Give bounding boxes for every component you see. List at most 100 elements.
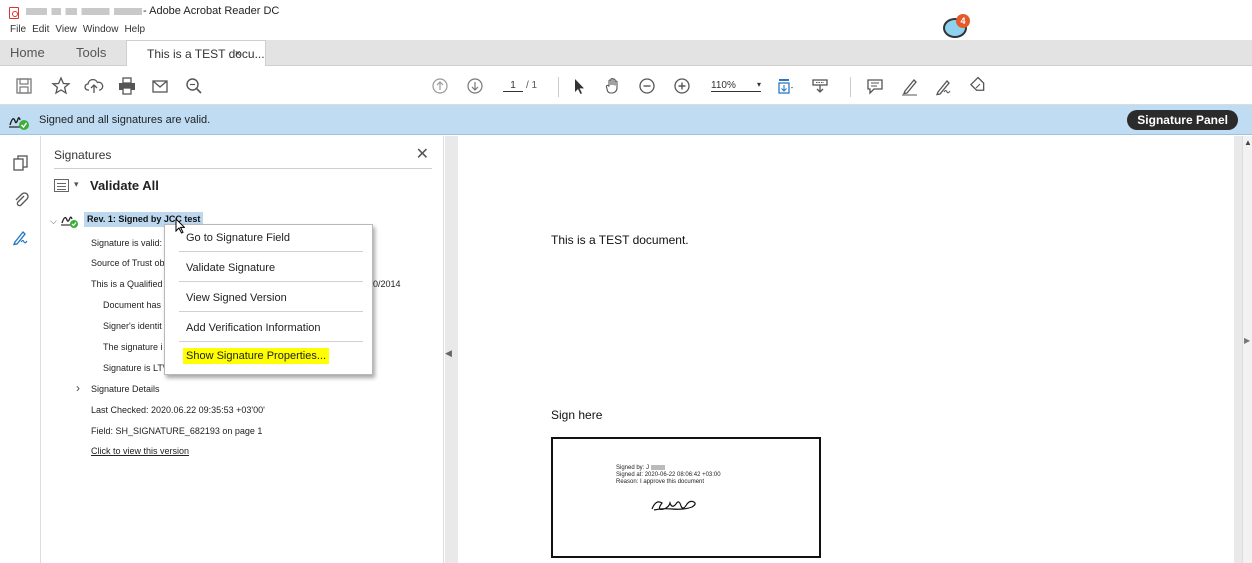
panel-divider (54, 168, 432, 169)
menu-window[interactable]: Window (83, 24, 119, 35)
highlight-pen-icon[interactable] (900, 76, 920, 96)
page-number-input[interactable]: 1 (503, 80, 523, 92)
tab-tools[interactable]: Tools (76, 40, 106, 66)
cloud-upload-icon[interactable] (84, 76, 104, 96)
collapse-panel-arrow-icon[interactable]: ◀ (445, 348, 452, 359)
fit-page-icon[interactable] (775, 76, 795, 96)
menu-separator (179, 281, 363, 282)
notification-badge: 4 (956, 14, 970, 28)
signature-status-text: Signed and all signatures are valid. (39, 114, 211, 126)
save-icon[interactable] (14, 76, 34, 96)
navigation-rail (0, 136, 41, 563)
toolbar-divider (850, 77, 851, 97)
signed-by-value: Signed by: J (616, 465, 650, 472)
tab-document-label: This is a TEST docu... (147, 47, 265, 61)
show-signature-properties-label: Show Signature Properties... (183, 348, 330, 364)
assistant-button[interactable]: 4 (941, 14, 971, 40)
menu-separator (179, 311, 363, 312)
signature-context-menu: Go to Signature Field Validate Signature… (164, 224, 373, 375)
zoom-in-icon[interactable] (672, 76, 692, 96)
add-verification-info-item[interactable]: Add Verification Information (186, 322, 321, 334)
qualified-signature-row[interactable]: This is a Qualified (91, 279, 163, 289)
options-dropdown-caret-icon[interactable]: ▾ (74, 179, 79, 190)
tab-home[interactable]: Home (10, 40, 45, 66)
title-bar: - Adobe Acrobat Reader DC (0, 0, 1252, 22)
menu-separator (179, 341, 363, 342)
fill-and-sign-icon[interactable] (968, 76, 988, 96)
window-title: - Adobe Acrobat Reader DC (143, 5, 280, 17)
toolbar-divider (558, 77, 559, 97)
next-page-icon[interactable] (465, 76, 485, 96)
page-total: / 1 (526, 80, 538, 91)
menu-view[interactable]: View (55, 24, 77, 35)
signatures-panel-icon[interactable] (12, 228, 30, 246)
signature-panel-button[interactable]: Signature Panel (1127, 110, 1238, 130)
read-mode-icon[interactable] (810, 76, 830, 96)
show-signature-properties-item[interactable]: Show Signature Properties... (183, 348, 330, 364)
signature-valid-icon (61, 216, 78, 228)
signature-details-row[interactable]: Signature Details (91, 384, 160, 394)
scroll-up-arrow-icon[interactable]: ▲ (1244, 138, 1252, 147)
vertical-scrollbar[interactable]: ▲ (1242, 136, 1252, 563)
tab-bar: Home Tools This is a TEST docu... × (0, 40, 1252, 66)
validate-signature-item[interactable]: Validate Signature (186, 262, 275, 274)
search-zoom-icon[interactable] (184, 76, 204, 96)
reason-text: Reason: I approve this document (616, 479, 705, 485)
chevron-right-icon[interactable]: › (76, 381, 80, 395)
last-checked-row: Last Checked: 2020.06.22 09:35:53 +03'00… (91, 405, 265, 415)
mouse-pointer-icon (175, 218, 185, 234)
previous-page-icon[interactable] (430, 76, 450, 96)
document-page: This is a TEST document. Sign here Signe… (458, 136, 1234, 563)
zoom-level-value: 110% (711, 80, 736, 91)
sign-icon[interactable] (934, 76, 954, 96)
signature-valid-row[interactable]: Signature is valid: (91, 238, 162, 248)
pages-thumbnail-icon[interactable] (12, 154, 30, 172)
zoom-out-icon[interactable] (637, 76, 657, 96)
go-to-signature-field-item[interactable]: Go to Signature Field (186, 232, 290, 244)
select-cursor-icon[interactable] (569, 76, 589, 96)
signed-by-text: Signed by: J (616, 465, 665, 471)
bookmark-star-icon[interactable] (51, 76, 71, 96)
close-tab-icon[interactable]: × (235, 41, 241, 67)
chevron-down-icon[interactable]: ⌵ (50, 216, 57, 227)
zoom-dropdown-caret-icon: ▾ (756, 80, 761, 89)
qualified-signature-suffix: 0/2014 (373, 279, 401, 289)
acrobat-app-icon (9, 7, 19, 19)
hand-tool-icon[interactable] (603, 76, 623, 96)
field-info-row: Field: SH_SIGNATURE_682193 on page 1 (91, 426, 263, 436)
menu-edit[interactable]: Edit (32, 24, 49, 35)
document-viewer: ◀ This is a TEST document. Sign here Sig… (445, 136, 1242, 563)
tab-document[interactable]: This is a TEST docu... × (126, 40, 266, 66)
menu-bar: File Edit View Window Help (0, 23, 145, 38)
sign-here-label: Sign here (551, 408, 603, 422)
attachments-paperclip-icon[interactable] (12, 190, 30, 208)
print-icon[interactable] (117, 76, 137, 96)
expand-right-panel-arrow-icon[interactable]: ▶ (1244, 336, 1250, 345)
redacted-signer-name (650, 465, 665, 470)
panel-title: Signatures (54, 148, 112, 162)
signature-ltv-row[interactable]: Signature is LT\ (103, 363, 165, 373)
email-icon[interactable] (150, 76, 170, 96)
validate-all-button[interactable]: Validate All (90, 178, 159, 193)
view-signed-version-item[interactable]: View Signed Version (186, 292, 287, 304)
zoom-level-select[interactable]: 110% ▾ (711, 80, 761, 92)
view-version-link[interactable]: Click to view this version (91, 446, 189, 456)
options-menu-icon[interactable] (54, 179, 69, 192)
toolbar: 1 / 1 110% ▾ (0, 67, 1252, 105)
signer-identity-row[interactable]: Signer's identit (103, 321, 162, 331)
signed-at-text: Signed at: 2020-06-22 08:06:42 +03:00 (616, 472, 721, 478)
comment-icon[interactable] (865, 76, 885, 96)
document-unchanged-row[interactable]: Document has (103, 300, 161, 310)
signature-timestamp-row[interactable]: The signature i (103, 342, 163, 352)
redacted-filename (26, 8, 142, 15)
menu-help[interactable]: Help (124, 24, 145, 35)
close-panel-icon[interactable]: ✕ (416, 144, 429, 164)
signature-field[interactable]: Signed by: J Signed at: 2020-06-22 08:06… (551, 437, 821, 558)
menu-separator (179, 251, 363, 252)
source-of-trust-row[interactable]: Source of Trust ob (91, 258, 165, 268)
menu-file[interactable]: File (10, 24, 26, 35)
handwritten-signature-image (651, 500, 696, 511)
signature-valid-icon (9, 117, 29, 130)
signature-status-bar: Signed and all signatures are valid. Sig… (0, 105, 1252, 135)
document-text-line: This is a TEST document. (551, 233, 689, 247)
